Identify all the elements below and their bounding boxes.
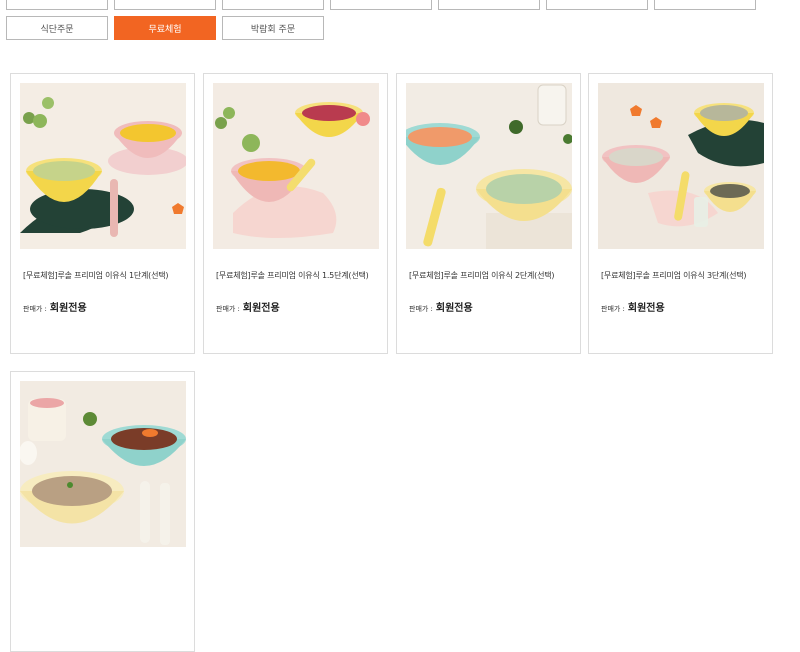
product-image[interactable]	[20, 381, 186, 547]
category-tab[interactable]	[222, 0, 324, 10]
category-tab[interactable]	[438, 0, 540, 10]
price-value: 회원전용	[627, 303, 665, 314]
price-label: 판매가 :	[409, 305, 433, 313]
product-card[interactable]: [무료체험]루솔 프리미엄 이유식 3단계(선택) 판매가 : 회원전용	[588, 73, 773, 354]
product-card[interactable]: [무료체험]루솔 프리미엄 이유식 2단계(선택) 판매가 : 회원전용	[396, 73, 581, 354]
product-image[interactable]	[213, 83, 379, 249]
price-label: 판매가 :	[216, 305, 240, 313]
price-row: 판매가 : 회원전용	[23, 299, 87, 314]
product-card[interactable]: [무료체험]루솔 프리미엄 이유식 1단계(선택) 판매가 : 회원전용	[10, 73, 195, 354]
product-image[interactable]	[406, 83, 572, 249]
category-tab[interactable]	[330, 0, 432, 10]
price-row: 판매가 : 회원전용	[601, 299, 665, 314]
price-value: 회원전용	[242, 303, 280, 314]
product-image[interactable]	[598, 83, 764, 249]
category-tabs-row-1	[6, 0, 756, 10]
category-tabs-row-2: 식단주문 무료체험 박람회 주문	[6, 16, 324, 40]
price-label: 판매가 :	[23, 305, 47, 313]
category-tab[interactable]	[654, 0, 756, 10]
product-image[interactable]	[20, 83, 186, 249]
tab-free-trial[interactable]: 무료체험	[114, 16, 216, 40]
tab-expo-order[interactable]: 박람회 주문	[222, 16, 324, 40]
price-label: 판매가 :	[601, 305, 625, 313]
price-value: 회원전용	[49, 303, 87, 314]
price-row: 판매가 : 회원전용	[216, 299, 280, 314]
product-name[interactable]: [무료체험]루솔 프리미엄 이유식 2단계(선택)	[409, 270, 579, 281]
category-tab[interactable]	[114, 0, 216, 10]
category-tab[interactable]	[6, 0, 108, 10]
product-name[interactable]: [무료체험]루솔 프리미엄 이유식 3단계(선택)	[601, 270, 771, 281]
product-name[interactable]: [무료체험]루솔 프리미엄 이유식 1.5단계(선택)	[216, 270, 386, 281]
price-value: 회원전용	[435, 303, 473, 314]
tab-diet-order[interactable]: 식단주문	[6, 16, 108, 40]
price-row: 판매가 : 회원전용	[409, 299, 473, 314]
category-tab[interactable]	[546, 0, 648, 10]
product-name[interactable]: [무료체험]루솔 프리미엄 이유식 1단계(선택)	[23, 270, 193, 281]
product-card[interactable]	[10, 371, 195, 652]
product-card[interactable]: [무료체험]루솔 프리미엄 이유식 1.5단계(선택) 판매가 : 회원전용	[203, 73, 388, 354]
